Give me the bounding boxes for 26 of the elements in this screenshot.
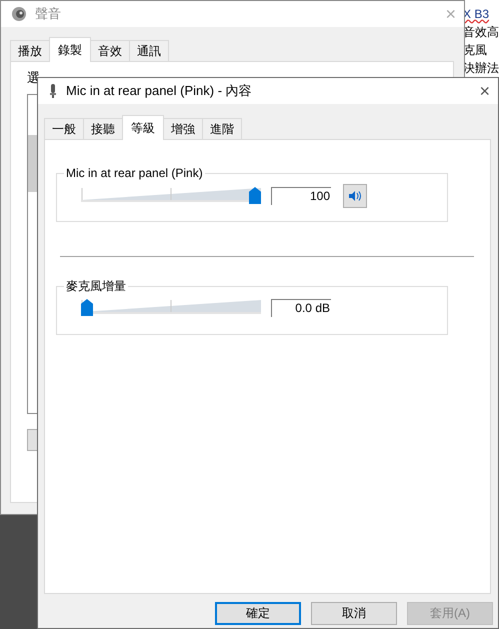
tab[interactable]: 一般 [44, 118, 84, 139]
value-field[interactable]: 0.0 dB [271, 299, 331, 317]
speaker-icon [11, 6, 27, 22]
window-title: 聲音 [35, 5, 62, 23]
close-button[interactable]: × [479, 82, 490, 100]
tab[interactable]: 播放 [10, 40, 50, 61]
group-label: Mic in at rear panel (Pink) [64, 166, 205, 181]
level-slider[interactable] [81, 297, 263, 319]
mute-button[interactable] [343, 184, 367, 208]
level-slider[interactable] [81, 185, 263, 207]
document-text: 音效高 [463, 24, 499, 40]
scrollbar[interactable] [28, 135, 38, 192]
button[interactable] [27, 429, 38, 451]
tab[interactable]: 錄製 [49, 37, 91, 62]
tab[interactable]: 通訊 [129, 40, 169, 61]
dialog-button[interactable]: 取消 [311, 602, 397, 625]
speaker-icon [348, 190, 362, 202]
group-label: 麥克風增量 [64, 279, 128, 294]
dialog-button[interactable]: 確定 [215, 602, 301, 625]
value-field[interactable]: 100 [271, 187, 331, 205]
tab[interactable]: 進階 [202, 118, 242, 139]
window-title: Mic in at rear panel (Pink) - 內容 [66, 82, 253, 100]
slider-thumb[interactable] [81, 299, 93, 316]
microphone-icon [48, 83, 58, 99]
slider-thumb[interactable] [249, 187, 261, 204]
tab[interactable]: 等級 [122, 115, 164, 140]
